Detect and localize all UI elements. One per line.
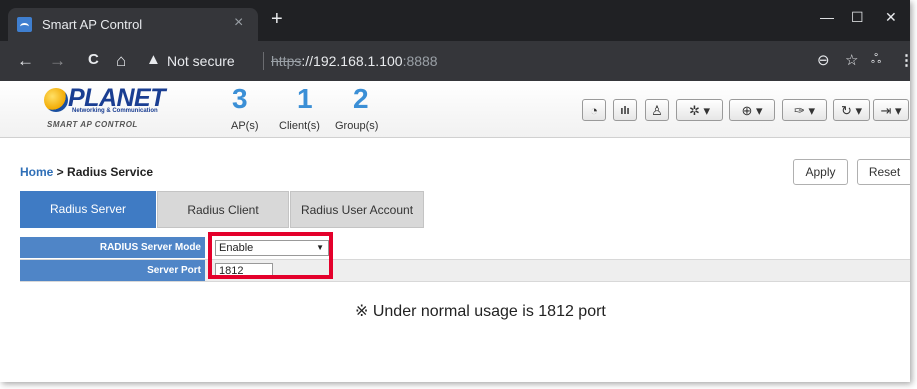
dashboard-icon: ◔ xyxy=(590,103,598,118)
star-icon[interactable]: ☆ xyxy=(845,51,858,69)
globe-icon: ⊕ ▾ xyxy=(741,103,763,118)
form-row-server-port: Server Port 1812 xyxy=(20,259,910,282)
extension-icon[interactable]: ஃ xyxy=(871,51,881,68)
zoom-icon[interactable]: ⊖ xyxy=(817,51,830,69)
warning-icon: ▲ xyxy=(146,51,161,68)
usage-note: ※ Under normal usage is 1812 port xyxy=(355,303,606,320)
user-button[interactable]: ♙ xyxy=(645,99,669,121)
title-bar: Smart AP Control × + — ☐ ✕ xyxy=(0,0,910,41)
ap-count-label: AP(s) xyxy=(231,120,259,132)
refresh-dropdown[interactable]: ↻ ▾ xyxy=(833,99,870,121)
tab-favicon-icon xyxy=(17,17,32,32)
app-header: PLANET Networking & Communication SMART … xyxy=(0,81,910,138)
settings-dropdown[interactable]: ✲ ▾ xyxy=(676,99,723,121)
gear-icon: ✲ ▾ xyxy=(688,103,711,118)
chart-icon: ılı xyxy=(620,105,630,117)
logout-dropdown[interactable]: ⇥ ▾ xyxy=(873,99,909,121)
back-icon[interactable]: ← xyxy=(17,51,34,71)
reload-icon[interactable]: C xyxy=(88,51,99,68)
tab-title: Smart AP Control xyxy=(42,17,143,32)
server-port-label: Server Port xyxy=(20,260,205,281)
breadcrumb-home-link[interactable]: Home xyxy=(20,165,53,179)
group-count-label: Group(s) xyxy=(335,120,379,132)
client-count-label: Client(s) xyxy=(279,120,320,132)
browser-tab[interactable]: Smart AP Control × xyxy=(8,8,258,41)
home-icon[interactable]: ⌂ xyxy=(116,51,126,71)
tab-radius-server[interactable]: Radius Server xyxy=(20,191,156,228)
highlight-box xyxy=(208,232,333,279)
dashboard-button[interactable]: ◔ xyxy=(582,99,606,121)
planet-globe-icon xyxy=(44,88,68,112)
user-icon: ♙ xyxy=(651,103,663,118)
url-text[interactable]: https://192.168.1.100:8888 xyxy=(271,53,438,69)
tab-radius-client[interactable]: Radius Client xyxy=(157,191,289,228)
browser-window: Smart AP Control × + — ☐ ✕ ← → C ⌂ ▲ Not… xyxy=(0,0,910,382)
form-row-server-mode: RADIUS Server Mode Enable ▼ xyxy=(20,237,910,258)
refresh-icon: ↻ ▾ xyxy=(840,103,863,118)
reset-button[interactable]: Reset xyxy=(857,159,910,185)
forward-icon[interactable]: → xyxy=(49,51,66,71)
statistics-button[interactable]: ılı xyxy=(613,99,637,121)
apply-button[interactable]: Apply xyxy=(793,159,848,185)
close-window-button[interactable]: ✕ xyxy=(885,9,897,26)
logo-tagline: Networking & Communication xyxy=(72,108,158,114)
client-count[interactable]: 1 xyxy=(297,83,313,115)
breadcrumb-separator: > xyxy=(53,165,68,179)
url-host: ://192.168.1.100 xyxy=(301,53,403,69)
address-bar[interactable]: ▲ Not secure https://192.168.1.100:8888 xyxy=(146,46,910,76)
breadcrumb-current: Radius Service xyxy=(67,165,154,179)
tab-close-icon[interactable]: × xyxy=(234,14,243,32)
minimize-button[interactable]: — xyxy=(820,9,834,25)
menu-icon[interactable]: ⋮ xyxy=(899,51,910,69)
maximize-button[interactable]: ☐ xyxy=(851,9,864,26)
url-scheme: https xyxy=(271,53,302,69)
group-count[interactable]: 2 xyxy=(353,83,369,115)
url-port: :8888 xyxy=(402,53,438,69)
wrench-icon: ✑ ▾ xyxy=(793,103,816,118)
logo-subtitle: SMART AP CONTROL xyxy=(47,120,138,129)
server-mode-label: RADIUS Server Mode xyxy=(20,237,205,258)
breadcrumb: Home > Radius Service xyxy=(20,165,153,179)
not-secure-label: Not secure xyxy=(167,53,235,69)
tab-radius-user-account[interactable]: Radius User Account xyxy=(290,191,424,228)
browser-toolbar: ← → C ⌂ ▲ Not secure https://192.168.1.1… xyxy=(0,41,910,81)
omnibox-separator xyxy=(263,52,264,70)
new-tab-button[interactable]: + xyxy=(271,9,283,29)
network-dropdown[interactable]: ⊕ ▾ xyxy=(729,99,775,121)
ap-count[interactable]: 3 xyxy=(232,83,248,115)
tools-dropdown[interactable]: ✑ ▾ xyxy=(782,99,827,121)
logout-icon: ⇥ ▾ xyxy=(880,103,902,118)
